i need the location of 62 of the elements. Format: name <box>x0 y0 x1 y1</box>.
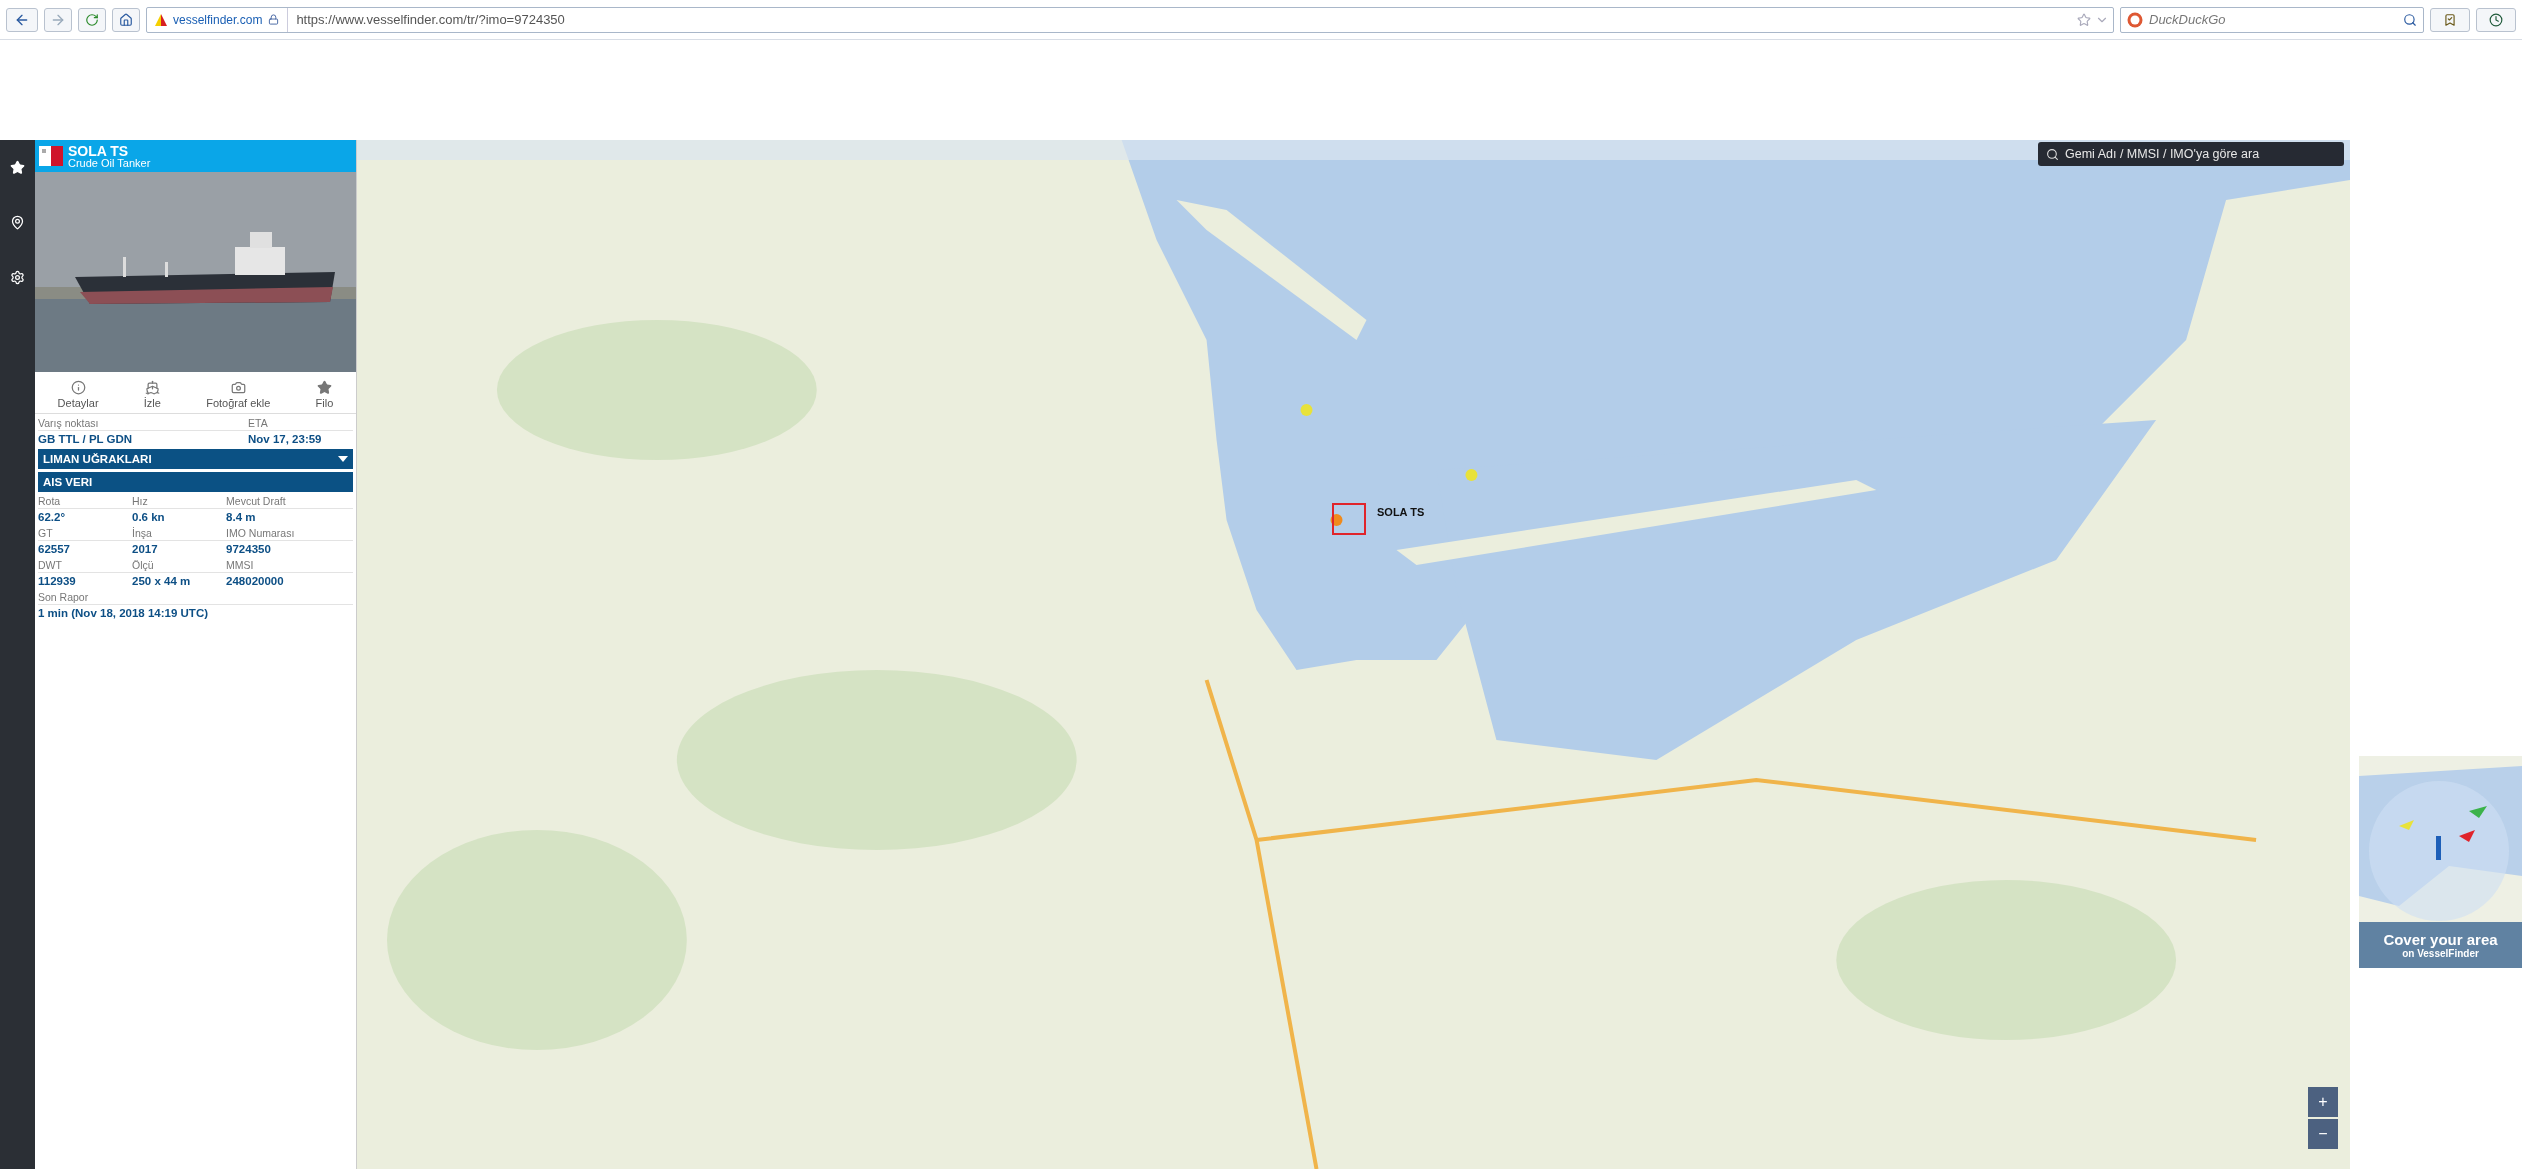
field-label: Son Rapor <box>38 588 353 605</box>
field-value: Nov 17, 23:59 <box>248 432 323 446</box>
action-button[interactable]: Detaylar <box>53 380 103 409</box>
field-value: 62557 <box>38 542 71 556</box>
site-name: vesselfinder.com <box>173 12 263 27</box>
field-value: 2017 <box>132 542 159 556</box>
field-label: İnşa <box>132 524 227 541</box>
field-value: 0.6 kn <box>132 510 166 524</box>
field-label: Mevcut Draft <box>226 492 353 509</box>
home-button[interactable] <box>112 7 140 32</box>
field-label: Varış noktası <box>38 414 248 431</box>
field-value: 1 min (Nov 18, 2018 14:19 UTC) <box>38 606 209 620</box>
field-label: IMO Numarası <box>226 524 353 541</box>
bookmark-star-icon[interactable] <box>2077 12 2091 27</box>
field-label: Hız <box>132 492 227 509</box>
field-value: 8.4 m <box>226 510 257 524</box>
reload-icon <box>85 12 99 27</box>
reload-button[interactable] <box>78 7 106 32</box>
field-value: 62.2° <box>38 510 66 524</box>
action-button[interactable]: Fotoğraf ekle <box>202 380 275 409</box>
field-value: 248020000 <box>226 574 285 588</box>
history-button[interactable] <box>2476 7 2516 32</box>
ship-icon <box>144 380 160 395</box>
settings-icon[interactable] <box>10 270 25 285</box>
field-value: 9724350 <box>226 542 272 556</box>
bookmarks-button[interactable] <box>2430 7 2470 32</box>
star-icon <box>316 380 332 395</box>
field-label: GT <box>38 524 132 541</box>
info-icon <box>70 380 86 395</box>
field-label: Rota <box>38 492 132 509</box>
action-button[interactable]: İzle <box>139 380 165 409</box>
field-value: 112939 <box>38 574 77 588</box>
vessel-name: SOLA TS <box>68 143 130 158</box>
star-icon[interactable] <box>10 160 25 175</box>
section-header: AIS VERI <box>38 472 353 492</box>
advert-title: Cover your area <box>2383 931 2498 948</box>
section-header[interactable]: LIMAN UĞRAKLARI <box>38 449 353 469</box>
site-logo-icon <box>155 13 167 26</box>
back-button[interactable] <box>6 7 38 32</box>
home-icon <box>119 12 133 27</box>
field-value: GB TTL / PL GDN <box>38 432 134 446</box>
search-field[interactable]: DuckDuckGo <box>2120 6 2424 33</box>
lock-icon <box>268 14 280 25</box>
action-button[interactable]: Filo <box>311 380 338 409</box>
url-text: https://www.vesselfinder.com/tr/?imo=9724350 <box>295 12 566 27</box>
advert-banner[interactable]: Cover your area on VesselFinder <box>2359 756 2522 968</box>
camera-icon <box>230 380 246 395</box>
search-icon <box>2403 12 2417 27</box>
field-label: MMSI <box>226 556 353 573</box>
flag-icon <box>39 146 63 166</box>
field-label: DWT <box>38 556 132 573</box>
address-bar[interactable]: vesselfinder.com https://www.vesselfinder.com/tr/?imo=9724350 <box>146 6 2114 33</box>
field-value: 250 x 44 m <box>132 574 192 588</box>
vessel-type: Crude Oil Tanker <box>68 157 151 169</box>
field-label: Ölçü <box>132 556 227 573</box>
search-engine-logo-icon <box>2127 11 2143 28</box>
clock-icon <box>2489 12 2503 27</box>
bookmark-icon <box>2443 12 2457 27</box>
caret-icon <box>338 456 348 462</box>
location-pin-icon[interactable] <box>10 215 25 230</box>
advert-subtitle: on VesselFinder <box>2402 948 2479 959</box>
field-label: ETA <box>248 414 353 431</box>
